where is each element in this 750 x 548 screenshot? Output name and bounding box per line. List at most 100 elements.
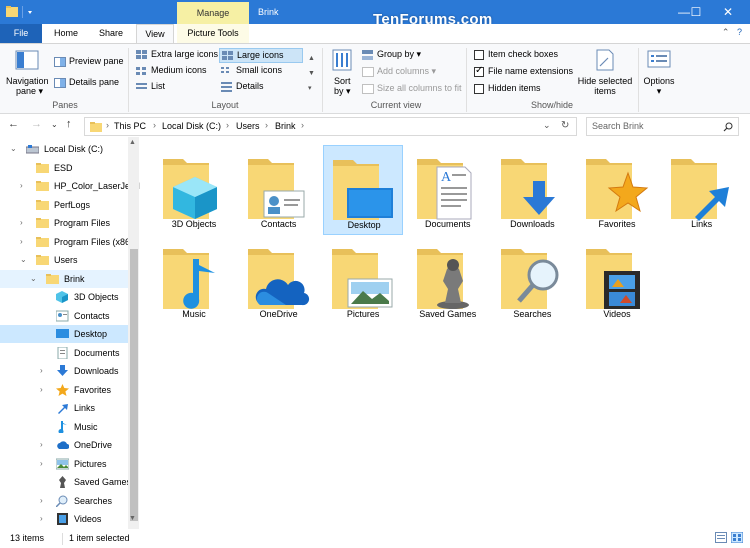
tab-share[interactable]: Share [90,24,132,43]
nav-item-brink[interactable]: ⌄ Brink [0,269,128,288]
folder-documents[interactable]: A Documents [408,145,488,235]
folder-3d-objects[interactable]: 3D Objects [154,145,234,235]
nav-item-3d-objects[interactable]: 3D Objects [0,288,128,306]
nav-item-users[interactable]: ⌄ Users [0,251,128,269]
close-button[interactable]: ✕ [706,0,750,24]
tab-manage[interactable]: Manage [177,2,249,24]
breadcrumb-separator[interactable]: › [226,120,229,130]
breadcrumb-this-pc[interactable]: This PC [114,121,146,131]
chevron-right-icon[interactable]: › [20,233,23,251]
chevron-down-icon[interactable]: ⌄ [20,251,27,269]
search-input[interactable]: Search Brink [586,117,739,136]
nav-item-program-files[interactable]: › Program Files [0,214,128,232]
chevron-right-icon[interactable]: › [20,177,23,195]
item-check-boxes-checkbox[interactable] [474,49,484,60]
navigation-pane-button[interactable]: Navigation pane ▾ [6,76,49,97]
group-by-button[interactable]: Group by ▾ [362,49,421,60]
breadcrumb-separator[interactable]: › [106,120,109,130]
nav-item-downloads[interactable]: › Downloads [0,362,128,380]
folder-downloads[interactable]: Downloads [492,145,572,235]
extra-large-icons-button[interactable]: Extra large icons [136,49,218,60]
nav-item-esd[interactable]: ESD [0,159,128,177]
options-button[interactable]: Options ▾ [642,76,676,97]
breadcrumb-brink[interactable]: Brink [275,121,296,131]
preview-pane-button[interactable]: Preview pane [54,56,124,67]
breadcrumb-separator[interactable]: › [153,120,156,130]
file-name-extensions-toggle[interactable]: File name extensions [474,65,573,77]
breadcrumb-local-disk[interactable]: Local Disk (C:) [162,121,221,131]
collapse-ribbon-icon[interactable]: ⌃ [722,27,730,37]
chevron-down-icon[interactable]: ⌄ [10,140,17,158]
nav-item-desktop[interactable]: Desktop [0,325,128,343]
scroll-up-icon[interactable]: ▲ [129,139,136,146]
chevron-right-icon[interactable]: › [20,214,23,232]
hide-selected-items-button[interactable]: Hide selected items [577,76,633,96]
medium-icons-button[interactable]: Medium icons [136,65,207,76]
tab-view[interactable]: View [136,24,174,44]
folder-saved-games[interactable]: Saved Games [408,235,488,325]
chevron-right-icon[interactable]: › [40,381,43,399]
folder-onedrive[interactable]: OneDrive [239,235,319,325]
nav-item-pictures[interactable]: › Pictures [0,455,128,473]
size-all-columns-button[interactable]: Size all columns to fit [362,83,462,94]
breadcrumb-separator[interactable]: › [265,120,268,130]
folder-contacts[interactable]: Contacts [239,145,319,235]
nav-item-music[interactable]: Music [0,418,128,436]
chevron-right-icon[interactable]: › [40,510,43,528]
maximize-button[interactable]: ☐ [685,0,707,24]
folder-searches[interactable]: Searches [492,235,572,325]
breadcrumb-users[interactable]: Users [236,121,260,131]
address-bar[interactable]: › This PC › Local Disk (C:) › Users › Br… [84,117,577,136]
help-icon[interactable]: ? [737,27,742,37]
breadcrumb-separator[interactable]: › [301,120,304,130]
tab-file[interactable]: File [0,24,42,43]
nav-item-videos[interactable]: › Videos [0,510,128,528]
nav-item-perflogs[interactable]: PerfLogs [0,196,128,214]
list-button[interactable]: List [136,81,165,92]
nav-item-onedrive[interactable]: › OneDrive [0,436,128,454]
address-dropdown-icon[interactable]: ⌄ [543,120,551,131]
chevron-right-icon[interactable]: › [40,455,43,473]
small-icons-button[interactable]: Small icons [221,65,282,76]
folder-desktop[interactable]: Desktop [323,145,404,235]
scroll-down-icon[interactable]: ▼ [129,515,136,522]
folder-favorites[interactable]: Favorites [577,145,657,235]
layout-scroll-arrows[interactable]: ▲ ▼ ▾ [308,51,315,96]
tab-home[interactable]: Home [46,24,86,43]
hidden-items-checkbox[interactable] [474,83,484,94]
nav-item-local-disk-c[interactable]: ⌄ Local Disk (C:) [0,140,128,158]
nav-item-links[interactable]: Links [0,399,128,417]
add-columns-button[interactable]: Add columns ▾ [362,66,436,77]
folder-videos[interactable]: Videos [577,235,657,325]
chevron-right-icon[interactable]: › [40,362,43,380]
details-pane-button[interactable]: Details pane [54,77,119,88]
chevron-right-icon[interactable]: › [40,492,43,510]
nav-scrollbar[interactable]: ▲ ▼ [128,137,139,529]
item-check-boxes-toggle[interactable]: Item check boxes [474,49,558,60]
nav-item-hp-color-laserjet-i[interactable]: › HP_Color_LaserJet_I [0,177,140,195]
folder-pictures[interactable]: Pictures [323,235,403,325]
file-name-extensions-checkbox[interactable] [474,65,484,77]
chevron-down-icon[interactable]: ⌄ [30,270,37,288]
forward-button[interactable]: → [31,118,42,130]
details-button[interactable]: Details [221,81,264,92]
nav-item-favorites[interactable]: › Favorites [0,381,128,399]
nav-item-documents[interactable]: Documents [0,344,128,362]
nav-item-saved-games[interactable]: Saved Games [0,473,131,491]
recent-locations-icon[interactable]: ⌄ [51,120,58,129]
nav-item-contacts[interactable]: Contacts [0,307,128,325]
hidden-items-toggle[interactable]: Hidden items [474,83,541,94]
large-icons-view-icon[interactable] [730,531,744,545]
details-view-icon[interactable] [715,532,727,545]
tab-picture-tools[interactable]: Picture Tools [177,24,249,43]
back-button[interactable]: ← [8,118,19,130]
refresh-icon[interactable]: ↻ [561,120,569,131]
quick-access-toolbar[interactable] [6,4,40,20]
nav-item-program-files-x86[interactable]: › Program Files (x86) [0,233,133,251]
up-button[interactable]: ↑ [66,118,72,130]
nav-scrollbar-thumb[interactable] [130,249,138,521]
chevron-right-icon[interactable]: › [40,436,43,454]
sort-by-button[interactable]: Sort by ▾ [334,76,351,97]
large-icons-button[interactable]: Large icons [219,48,303,63]
nav-item-searches[interactable]: › Searches [0,492,128,510]
